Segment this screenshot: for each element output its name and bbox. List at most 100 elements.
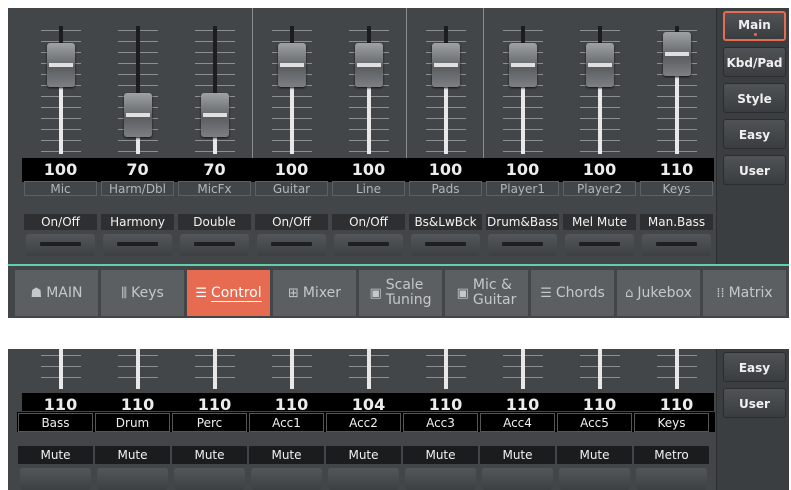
tab-control[interactable]: ☰ Control [187, 270, 270, 316]
control-panel-top: 100 70 70 100 100 100 100 100 110 Mic On/Off Harm/… [8, 8, 789, 318]
channel-name: MicFx [178, 181, 251, 196]
keys-icon: ⫼ [121, 285, 128, 301]
tab-jukebox[interactable]: ⌂ Jukebox [617, 270, 700, 316]
mute-button[interactable] [97, 468, 168, 490]
channel-name: Acc2 [326, 413, 401, 432]
jukebox-icon: ⌂ [625, 285, 634, 301]
metro-button[interactable] [636, 468, 707, 490]
mute-label: Mute [95, 446, 170, 464]
fader-level [135, 349, 140, 389]
channel-name: Pads [409, 181, 482, 196]
tab-mic[interactable]: ▣ Mic & Guitar [445, 270, 528, 316]
switch-button[interactable] [257, 234, 326, 256]
mute-label: Mute [557, 446, 632, 464]
fader-level [443, 349, 448, 389]
mute-label: Mute [249, 446, 324, 464]
fader-knob[interactable] [277, 42, 306, 87]
switch-button[interactable] [488, 234, 557, 256]
side-button-kbd-pad[interactable]: Kbd/Pad [723, 47, 786, 77]
tab-main[interactable]: ☗ MAIN [15, 270, 98, 316]
fader-knob[interactable] [123, 92, 152, 137]
switch-label: Bs&LwBck [409, 214, 482, 230]
side-button-style[interactable]: Style [723, 83, 786, 113]
tab-label: Scale [385, 277, 424, 293]
channel-name: Player2 [563, 181, 636, 196]
tab-label-group: Scale Tuning [386, 278, 432, 308]
tab-keys[interactable]: ⫼ Keys [101, 270, 184, 316]
mute-button[interactable] [20, 468, 91, 490]
channel-name: Player1 [486, 181, 559, 196]
fader-area: 110 110 110 110 104 110 110 110 110 Bass Mute Drum… [8, 349, 716, 490]
channel-name: Mic [24, 181, 97, 196]
switch-button[interactable] [565, 234, 634, 256]
mute-button[interactable] [559, 468, 630, 490]
mute-button[interactable] [328, 468, 399, 490]
channel-name: Acc4 [480, 413, 555, 432]
side-button-easy-edit[interactable]: Easy Edit [723, 119, 786, 172]
tab-label: Matrix [728, 285, 773, 301]
mute-button[interactable] [482, 468, 553, 490]
channel-name: Acc5 [557, 413, 632, 432]
channel-name: Drum [95, 413, 170, 432]
fader-knob[interactable] [585, 42, 614, 87]
side-button-column: Easy EditUser [716, 349, 789, 490]
side-button-user[interactable]: User [723, 155, 786, 185]
switch-label: On/Off [24, 214, 97, 230]
mute-label: Mute [18, 446, 93, 464]
mute-label: Mute [326, 446, 401, 464]
switch-button[interactable] [642, 234, 711, 256]
mute-button[interactable] [405, 468, 476, 490]
switch-label: Mel Mute [563, 214, 636, 230]
switch-button[interactable] [180, 234, 249, 256]
tab-mixer[interactable]: ⊞ Mixer [273, 270, 356, 316]
tab-label: Chords [555, 285, 605, 301]
channel-name: Keys [634, 413, 709, 432]
fader-level [520, 349, 525, 389]
fader-knob[interactable] [431, 42, 460, 87]
channel-name: Harm/Dbl [101, 181, 174, 196]
tab-matrix[interactable]: ⁞⁞ Matrix [703, 270, 786, 316]
scale-icon: ▣ [369, 285, 382, 301]
channel-name: Perc [172, 413, 247, 432]
home-icon: ☗ [30, 285, 43, 301]
fader-knob[interactable] [200, 92, 229, 137]
switch-button[interactable] [103, 234, 172, 256]
fader-knob[interactable] [662, 31, 691, 76]
side-button-user[interactable]: User [723, 388, 786, 418]
switch-label: On/Off [332, 214, 405, 230]
tab-label: Mixer [302, 285, 342, 301]
switch-label: Drum&Bass [486, 214, 559, 230]
tab-bar: ☗ MAIN ⫼ Keys ☰ Control ⊞ Mixer ▣ Scale Tuning ▣ Mic… [8, 264, 789, 318]
fader-level [289, 349, 294, 389]
switch-button[interactable] [411, 234, 480, 256]
mute-button[interactable] [174, 468, 245, 490]
fader-level [597, 349, 602, 389]
tab-label: Keys [131, 285, 164, 301]
channel-name: Acc3 [403, 413, 478, 432]
tab-label: Tuning [385, 292, 432, 308]
fader-knob[interactable] [46, 42, 75, 87]
mute-label: Metro [634, 446, 709, 464]
fader-knob[interactable] [354, 42, 383, 87]
switch-button[interactable] [26, 234, 95, 256]
fader-level [58, 349, 63, 389]
mute-button[interactable] [251, 468, 322, 490]
switch-label: On/Off [255, 214, 328, 230]
fader-knob[interactable] [508, 42, 537, 87]
tab-chords[interactable]: ☰ Chords [531, 270, 614, 316]
switch-label: Double [178, 214, 251, 230]
channel-name: Acc1 [249, 413, 324, 432]
channel-name: Line [332, 181, 405, 196]
channel-name: Keys [640, 181, 713, 196]
mute-label: Mute [403, 446, 478, 464]
switch-label: Harmony [101, 214, 174, 230]
side-button-easy-edit[interactable]: Easy Edit [723, 352, 786, 405]
tab-scale[interactable]: ▣ Scale Tuning [359, 270, 442, 316]
switch-label: Man.Bass [640, 214, 713, 230]
tab-label-group: Mic & Guitar [473, 278, 516, 308]
fader-level [674, 349, 679, 389]
side-button-main[interactable]: Main [723, 11, 786, 41]
mixer-icon: ⊞ [287, 285, 299, 301]
control-panel-bottom: 110 110 110 110 104 110 110 110 110 Bass Mute Drum… [8, 349, 789, 490]
switch-button[interactable] [334, 234, 403, 256]
